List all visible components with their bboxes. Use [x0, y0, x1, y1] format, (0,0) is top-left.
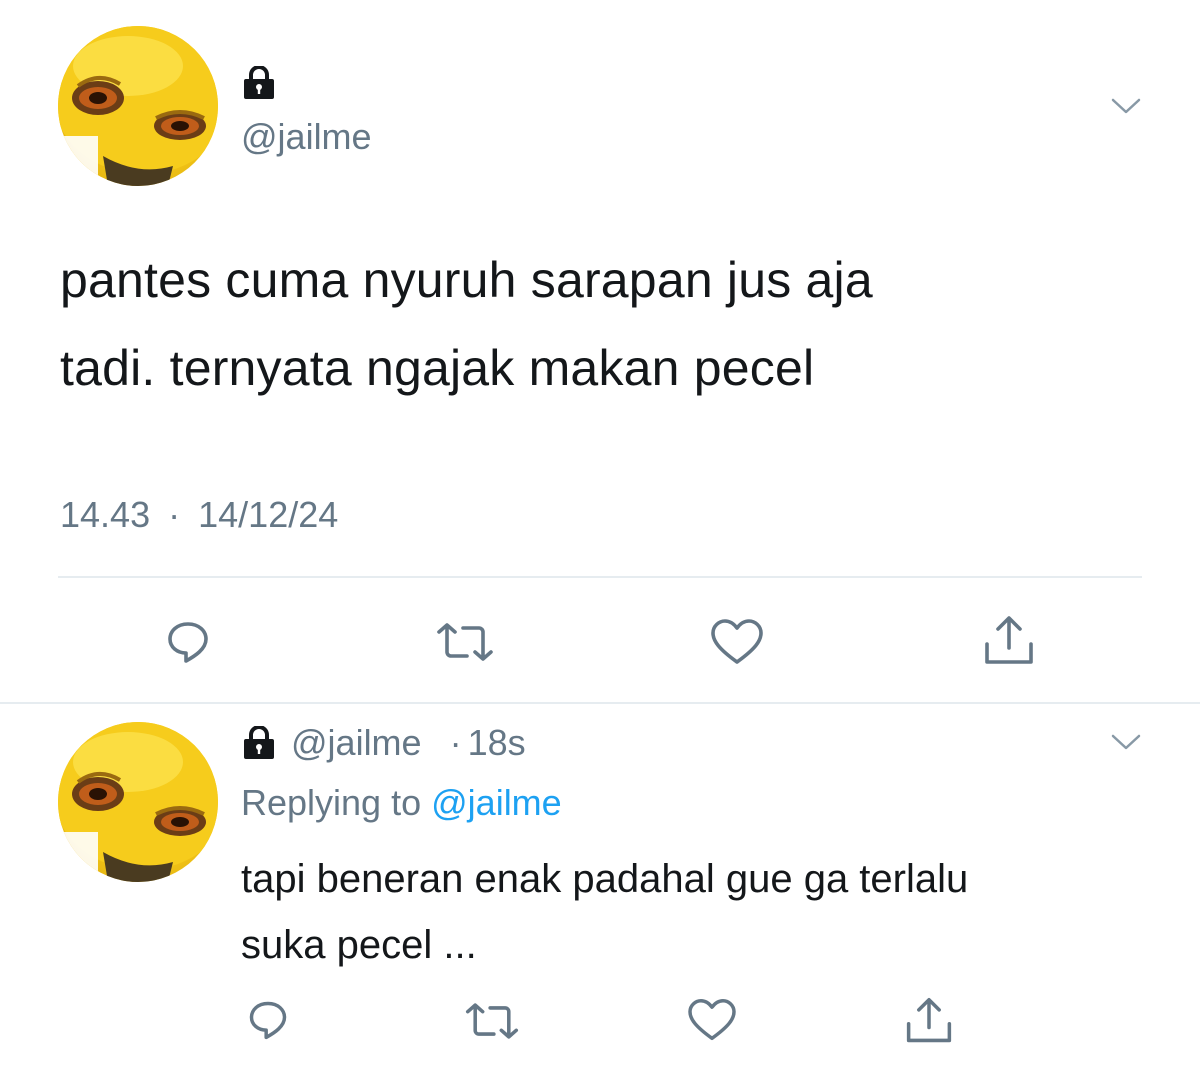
tweet-date: 14/12/24: [198, 494, 339, 535]
chevron-down-icon[interactable]: [1110, 732, 1142, 752]
section-divider: [0, 702, 1200, 704]
tweet-text-line: pantes cuma nyuruh sarapan jus aja: [60, 252, 873, 308]
separator: ·: [449, 722, 462, 763]
reply-icon[interactable]: [246, 998, 290, 1042]
mention-link[interactable]: @jailme: [431, 782, 562, 823]
avatar[interactable]: [58, 26, 218, 186]
reply-icon[interactable]: [164, 618, 212, 666]
heart-icon[interactable]: [686, 998, 738, 1042]
separator: ·: [168, 494, 181, 535]
reply-text-line: tapi beneran enak padahal gue ga terlalu: [241, 857, 969, 901]
avatar[interactable]: [58, 722, 218, 882]
tweet-age[interactable]: 18s: [468, 722, 526, 764]
reply-text: tapi beneran enak padahal gue ga terlalu…: [241, 846, 968, 978]
tweet-time: 14.43: [60, 494, 151, 535]
tweet-timestamp[interactable]: 14.43 · 14/12/24: [60, 494, 338, 536]
replying-to-label: Replying to: [241, 782, 422, 823]
tweet-text: pantes cuma nyuruh sarapan jus aja tadi.…: [60, 236, 873, 412]
share-icon[interactable]: [982, 614, 1036, 668]
reply-text-line: suka pecel ...: [241, 923, 477, 967]
replying-to: Replying to @jailme: [241, 782, 562, 824]
retweet-icon[interactable]: [435, 622, 495, 662]
author-handle[interactable]: @jailme: [241, 116, 372, 158]
retweet-icon[interactable]: [464, 1002, 520, 1040]
heart-icon[interactable]: [709, 618, 765, 666]
divider: [58, 576, 1142, 578]
share-icon[interactable]: [904, 996, 954, 1046]
chevron-down-icon[interactable]: [1110, 96, 1142, 116]
lock-icon: [241, 726, 277, 760]
author-handle[interactable]: @jailme: [291, 722, 422, 764]
reply-header: @jailme · 18s: [241, 722, 526, 764]
tweet-text-line: tadi. ternyata ngajak makan pecel: [60, 340, 815, 396]
lock-icon: [241, 66, 277, 100]
